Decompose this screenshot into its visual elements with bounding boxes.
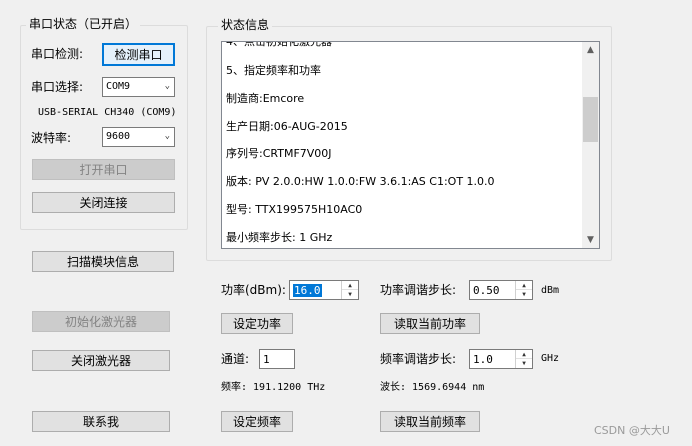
log-line: 4、点击初始化激光器 [226,41,332,48]
log-line: 生产日期:06-AUG-2015 [226,120,348,133]
close-laser-button[interactable]: 关闭激光器 [32,350,170,371]
status-log[interactable]: 4、点击初始化激光器 5、指定频率和功率 制造商:Emcore 生产日期:06-… [221,41,600,249]
scrollbar-thumb[interactable] [583,97,598,142]
freq-step-label: 频率调谐步长: [380,352,457,366]
channel-input[interactable]: 1 [259,349,295,369]
port-description: USB-SERIAL CH340 (COM9) [38,107,177,118]
spin-up-icon[interactable]: ▲ [516,281,532,290]
power-step-value: 0.50 [473,284,500,297]
chevron-down-icon: ⌄ [164,81,170,91]
detect-port-button[interactable]: 检测串口 [102,43,175,66]
freq-step-unit: GHz [541,353,560,364]
log-line: 5、指定频率和功率 [226,64,321,77]
init-laser-button[interactable]: 初始化激光器 [32,311,170,332]
power-input[interactable]: 16.0 ▲ ▼ [289,280,359,300]
serial-port-group-title: 串口状态（已开启） [26,17,141,31]
spin-down-icon[interactable]: ▼ [342,290,358,299]
scan-module-button[interactable]: 扫描模块信息 [32,251,174,272]
port-select[interactable]: COM9 ⌄ [102,77,175,97]
vertical-scrollbar[interactable]: ▲ ▼ [582,42,599,248]
set-power-button[interactable]: 设定功率 [221,313,293,334]
chevron-down-icon: ⌄ [164,131,170,141]
power-label: 功率(dBm): [221,283,286,297]
log-line: 序列号:CRTMF7V00J [226,147,332,160]
power-step-unit: dBm [541,285,560,296]
contact-button[interactable]: 联系我 [32,411,170,432]
wavelength-readout: 波长: 1569.6944 nm [380,382,485,393]
baud-rate-value: 9600 [106,131,131,142]
read-frequency-button[interactable]: 读取当前频率 [380,411,480,432]
log-line: 最小频率步长: 1 GHz [226,231,333,244]
power-spinner[interactable]: ▲ ▼ [341,281,358,299]
log-line: 制造商:Emcore [226,92,305,105]
log-line: 版本: PV 2.0.0:HW 1.0.0:FW 3.6.1:AS C1:OT … [226,175,495,188]
freq-step-spinner[interactable]: ▲ ▼ [515,350,532,368]
scroll-up-arrow-icon[interactable]: ▲ [582,42,599,58]
baud-rate-select[interactable]: 9600 ⌄ [102,127,175,147]
spin-down-icon[interactable]: ▼ [516,359,532,368]
power-step-input[interactable]: 0.50 ▲ ▼ [469,280,533,300]
freq-step-value: 1.0 [473,353,493,366]
spin-up-icon[interactable]: ▲ [342,281,358,290]
port-select-label: 串口选择: [31,80,84,94]
open-port-button[interactable]: 打开串口 [32,159,175,180]
frequency-readout: 频率: 191.1200 THz [221,382,326,393]
power-step-label: 功率调谐步长: [380,283,457,297]
close-connection-button[interactable]: 关闭连接 [32,192,175,213]
freq-step-input[interactable]: 1.0 ▲ ▼ [469,349,533,369]
scroll-down-arrow-icon[interactable]: ▼ [582,232,599,248]
set-frequency-button[interactable]: 设定频率 [221,411,293,432]
spin-up-icon[interactable]: ▲ [516,350,532,359]
log-line: 型号: TTX199575H10AC0 [226,203,363,216]
channel-value: 1 [263,353,270,366]
spin-down-icon[interactable]: ▼ [516,290,532,299]
channel-label: 通道: [221,352,250,366]
status-info-group-title: 状态信息 [218,18,273,32]
port-detect-label: 串口检测: [31,47,84,61]
port-select-value: COM9 [106,81,131,92]
baud-rate-label: 波特率: [31,131,72,145]
power-value: 16.0 [293,284,322,297]
power-step-spinner[interactable]: ▲ ▼ [515,281,532,299]
read-power-button[interactable]: 读取当前功率 [380,313,480,334]
watermark: CSDN @大大U [594,424,670,437]
